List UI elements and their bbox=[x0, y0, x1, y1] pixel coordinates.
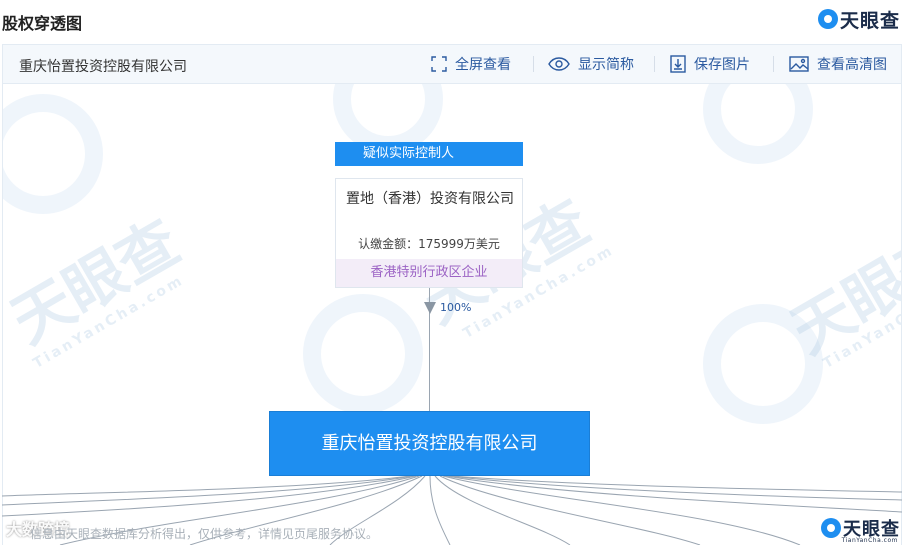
region-tag: 香港特别行政区企业 bbox=[336, 259, 522, 287]
tianyancha-logo-icon bbox=[821, 518, 841, 538]
actual-controller-label: 疑似实际控制人 bbox=[335, 142, 523, 166]
arrow-down-icon bbox=[424, 302, 436, 314]
main-company-node[interactable]: 重庆怡置投资控股有限公司 bbox=[269, 411, 590, 476]
connector-line bbox=[434, 475, 571, 545]
connector-line bbox=[451, 475, 903, 493]
connector-line bbox=[442, 475, 801, 545]
controller-node[interactable]: 置地（香港）投资有限公司 认缴金额：175999万美元 香港特别行政区企业 bbox=[335, 178, 523, 288]
connector-line bbox=[448, 475, 903, 501]
ownership-percent: 100% bbox=[440, 301, 472, 314]
disclaimer-text: 信息由天眼查数据库分析得出，仅供参考，详情见页尾服务协议。 bbox=[30, 527, 379, 541]
connector-line bbox=[1, 475, 414, 506]
subscribed-amount: 认缴金额：175999万美元 bbox=[358, 237, 500, 251]
connector-line bbox=[445, 475, 903, 513]
footer-site: TianYanCha.com bbox=[841, 537, 898, 544]
controller-name[interactable]: 置地（香港）投资有限公司 bbox=[344, 189, 516, 209]
connector-line bbox=[1, 475, 411, 497]
